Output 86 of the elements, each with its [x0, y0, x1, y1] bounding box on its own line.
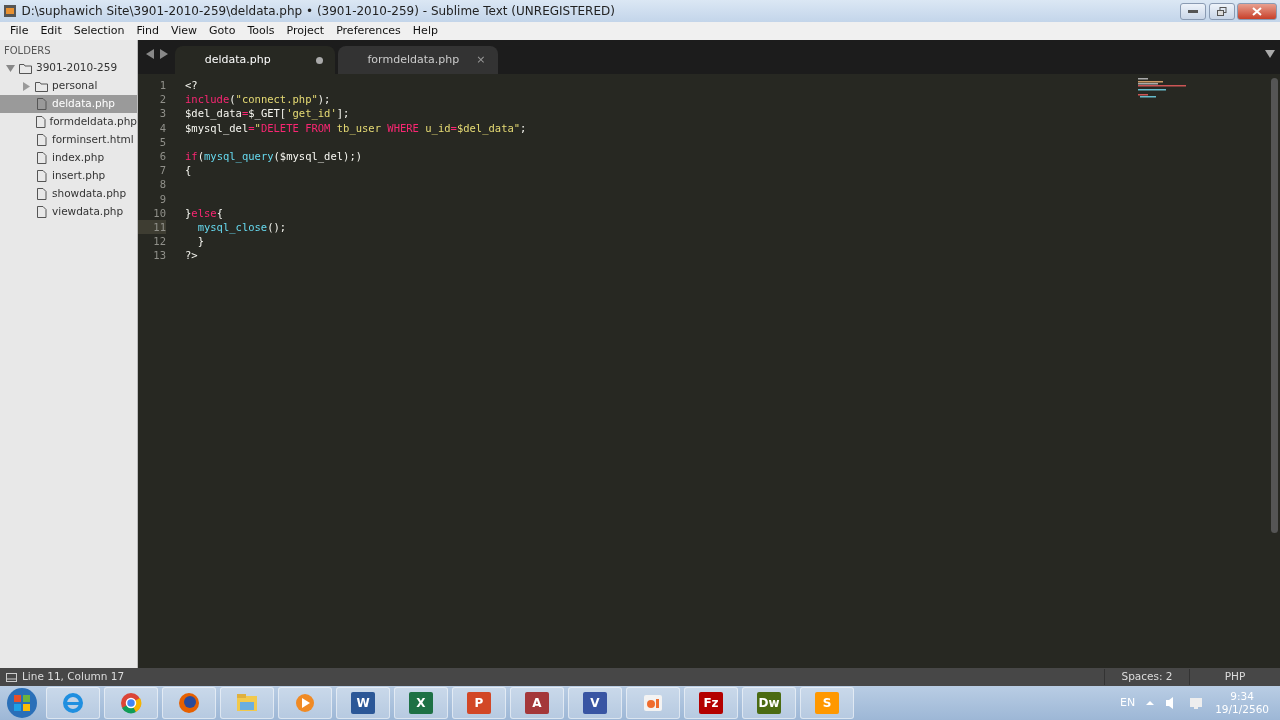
line-number: 13 [152, 248, 166, 263]
code-line: { [185, 163, 192, 178]
file-icon [35, 170, 48, 182]
sidebar-item[interactable]: index.php [52, 150, 105, 166]
browser-icon [61, 691, 85, 715]
code-line: } [196, 234, 204, 249]
code-line: include("connect.php"); [185, 92, 331, 107]
taskbar-button[interactable] [104, 687, 158, 719]
line-number: 3 [158, 106, 166, 121]
minimize-button[interactable] [1179, 2, 1206, 20]
menu-item[interactable]: File [4, 22, 35, 40]
line-number: 12 [152, 234, 166, 249]
menu-item[interactable]: Goto [203, 22, 242, 40]
taskbar-button[interactable]: W [336, 687, 390, 719]
file-icon [34, 116, 46, 128]
code-line: <? [185, 78, 198, 93]
tab[interactable]: formdeldata.php × [337, 46, 498, 74]
line-number: 7 [158, 163, 166, 178]
sidebar-item[interactable]: 3901-2010-259 [36, 60, 118, 76]
taskbar-button[interactable]: Fz [684, 687, 738, 719]
restore-button[interactable] [1208, 2, 1235, 20]
browser-icon [119, 691, 143, 715]
syntax-setting[interactable]: PHP [1190, 669, 1280, 685]
taskbar-button[interactable]: A [510, 687, 564, 719]
minimize-icon [1187, 9, 1198, 13]
menu-item[interactable]: Find [130, 22, 165, 40]
menu-item[interactable]: Help [406, 22, 444, 40]
line-number: 10 [152, 205, 166, 220]
code-line: $mysql_del="DELETE FROM tb_user WHERE u_id=$del_data"; [185, 120, 527, 135]
line-number: 9 [158, 191, 166, 206]
close-icon [1252, 6, 1263, 16]
taskbar-button[interactable]: V [568, 687, 622, 719]
tray-icons-drawing[interactable] [1146, 696, 1205, 710]
file-icon [35, 206, 48, 218]
sidebar-heading: FOLDERS [3, 44, 52, 58]
file-icon [35, 98, 48, 110]
taskbar-button[interactable]: P [452, 687, 506, 719]
menu-item[interactable]: Edit [34, 22, 68, 40]
play-icon [293, 691, 317, 715]
file-icon [35, 152, 48, 164]
panel-icon[interactable] [5, 672, 17, 682]
taskbar-button[interactable]: Dw [742, 687, 796, 719]
browser-icon [177, 691, 201, 715]
taskbar-button[interactable] [46, 687, 100, 719]
collapse-icon[interactable] [6, 63, 15, 73]
taskbar-button[interactable] [162, 687, 216, 719]
line-number: 5 [158, 134, 166, 149]
menu-item[interactable]: Preferences [330, 22, 407, 40]
line-number: 2 [158, 92, 166, 107]
cursor-position: Line 11, Column 17 [22, 669, 125, 685]
line-number: 4 [158, 120, 166, 135]
expand-icon[interactable] [22, 81, 31, 91]
scrollbar[interactable] [1271, 78, 1278, 533]
sidebar-item[interactable]: viewdata.php [52, 204, 124, 220]
code-line: mysql_close(); [196, 219, 287, 235]
sidebar-item[interactable]: personal [52, 78, 98, 94]
file-icon [35, 188, 48, 200]
dropdown-icon[interactable] [1264, 50, 1275, 59]
sidebar-item[interactable]: insert.php [52, 168, 106, 184]
sidebar-item[interactable]: forminsert.html [52, 132, 134, 148]
taskbar-button[interactable]: X [394, 687, 448, 719]
code-line: if(mysql_query($mysql_del);) [185, 148, 363, 164]
window-title: D:\suphawich Site\3901-2010-259\deldata.php • (3901-2010-259) - Sublime Text (UNREGISTERED) [21, 3, 615, 20]
line-number: 8 [158, 177, 166, 192]
sidebar-item[interactable]: formdeldata.php [49, 114, 137, 130]
menu-item[interactable]: View [165, 22, 204, 40]
line-number: 1 [158, 78, 166, 93]
tab-navigation-icon[interactable] [146, 49, 168, 60]
close-button[interactable] [1237, 2, 1278, 20]
app-icon [4, 5, 16, 17]
restore-icon [1216, 6, 1227, 16]
menu-item[interactable]: Tools [241, 22, 281, 40]
menu-item[interactable]: Selection [67, 22, 131, 40]
close-tab-button[interactable]: × [476, 51, 486, 69]
folder-icon [35, 80, 48, 92]
code-line: $del_data=$_GET['get_id']; [185, 106, 350, 121]
line-number: 6 [158, 148, 166, 164]
code-line: ?> [185, 248, 198, 263]
sidebar-item[interactable]: showdata.php [52, 186, 127, 202]
folder-icon [19, 62, 32, 74]
line-number: 11 [138, 219, 166, 235]
code-line: }else{ [185, 205, 223, 220]
indentation-setting[interactable]: Spaces: 2 [1103, 669, 1190, 685]
file-icon [35, 134, 48, 146]
tab[interactable]: deldata.php [174, 46, 335, 74]
menu-item[interactable]: Project [280, 22, 331, 40]
